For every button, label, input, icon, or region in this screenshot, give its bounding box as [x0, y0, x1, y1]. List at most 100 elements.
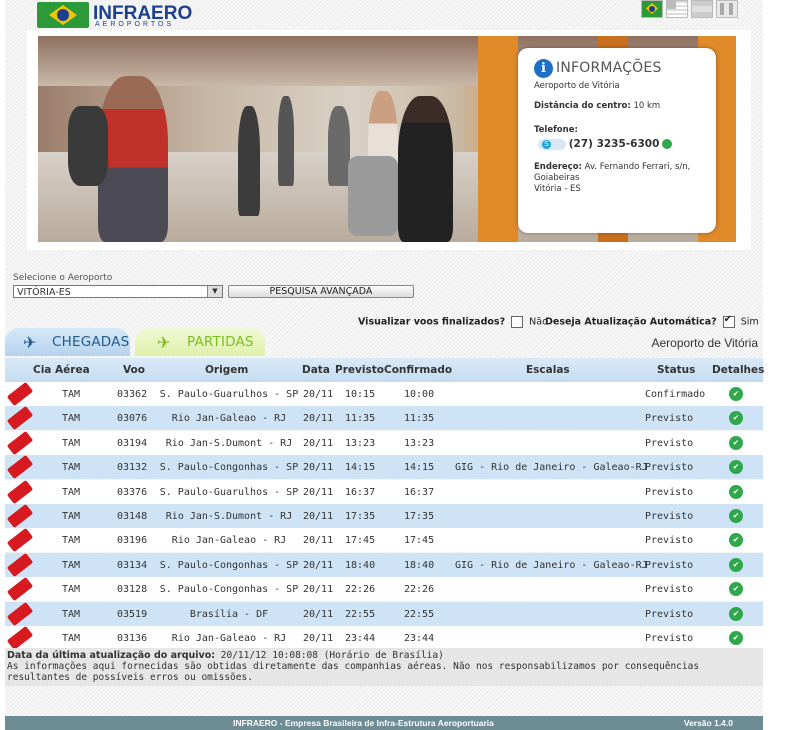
cell-stops: GIG - Rio de Janeiro - Galeao-RJ [455, 559, 648, 571]
infraero-logo[interactable]: INFRAERO AEROPORTOS [37, 2, 192, 30]
table-row[interactable]: TAM 03128 S. Paulo-Congonhas - SP 20/11 22:2… [5, 577, 763, 602]
cell-origin: Rio Jan-S.Dumont - RJ [165, 511, 293, 522]
cell-origin: Rio Jan-Galeao - RJ [171, 413, 287, 425]
tam-logo-tag [6, 430, 34, 455]
airport-select-label: Selecione o Aeroporto [13, 273, 113, 283]
footer-company: INFRAERO - Empresa Brasileira de Infra-E… [233, 718, 494, 728]
cell-flight: 03196 [117, 535, 148, 547]
phone-call-icon[interactable] [662, 139, 673, 149]
cell-confirmed: 16:37 [404, 486, 435, 498]
cell-date: 20/11 [303, 437, 334, 449]
disclaimer-text: As informações aqui fornecidas são obtid… [7, 661, 700, 683]
en-us-flag-icon[interactable] [666, 0, 688, 18]
cell-date: 20/11 [303, 511, 334, 522]
accessibility-icon[interactable] [716, 0, 738, 18]
cell-origin: S. Paulo-Congonhas - SP [159, 584, 299, 596]
cell-flight: 03194 [117, 437, 148, 449]
details-check-icon[interactable]: ✔ [729, 460, 743, 475]
info-icon: i [534, 59, 553, 78]
details-check-icon[interactable]: ✔ [729, 435, 743, 450]
distance-value: 10 km [633, 101, 661, 111]
cell-status: Previsto [645, 559, 694, 571]
table-row[interactable]: TAM 03132 S. Paulo-Congonhas - SP 20/11 14:1… [5, 455, 763, 480]
cell-flight: 03134 [117, 559, 148, 571]
table-row[interactable]: TAM 03519 Brasília - DF 20/11 22:55 22:55 Prev… [5, 601, 763, 626]
tam-airline-logo-icon [6, 479, 34, 504]
details-check-icon[interactable]: ✔ [729, 484, 743, 499]
tab-arrivals[interactable]: ✈ CHEGADAS [5, 328, 130, 356]
tam-logo-tag [6, 625, 34, 651]
cell-scheduled: 13:23 [345, 437, 376, 449]
cell-scheduled: 23:44 [345, 633, 376, 644]
auto-update-label: Deseja Atualização Automática? [545, 316, 717, 328]
details-check-icon[interactable]: ✔ [729, 533, 743, 548]
details-check-icon[interactable]: ✔ [729, 606, 743, 621]
cell-date: 20/11 [303, 389, 334, 400]
cell-origin: S. Paulo-Congonhas - SP [159, 559, 299, 571]
tam-logo-tag [6, 406, 34, 431]
col-scheduled: Previsto [335, 364, 384, 376]
cell-scheduled: 16:37 [345, 486, 376, 498]
address-line2: Goiabeiras [534, 173, 580, 183]
cell-flight: 03076 [117, 413, 148, 425]
info-title: INFORMAÇÕES [556, 60, 662, 76]
col-airline: Cia Aérea [33, 364, 90, 376]
cell-flight: 03136 [117, 633, 148, 644]
details-check-icon[interactable]: ✔ [729, 387, 743, 401]
tam-logo-tag [6, 552, 34, 577]
phone-label: Telefone: [534, 125, 578, 135]
cell-scheduled: 18:40 [345, 559, 376, 571]
details-check-icon[interactable]: ✔ [729, 582, 743, 597]
cell-date: 20/11 [303, 535, 334, 547]
table-row[interactable]: TAM 03136 Rio Jan-Galeao - RJ 20/11 23:44 23:… [5, 625, 763, 651]
pt-br-flag-icon[interactable] [641, 0, 663, 18]
table-row[interactable]: TAM 03196 Rio Jan-Galeao - RJ 20/11 17:45 17:… [5, 528, 763, 553]
auto-update-checkbox[interactable] [722, 314, 735, 328]
airport-select-value: VITÓRIA-ES [17, 287, 71, 298]
details-check-icon[interactable]: ✔ [729, 631, 743, 645]
table-row[interactable]: TAM 03076 Rio Jan-Galeao - RJ 20/11 11:35 11:… [5, 406, 763, 431]
tam-airline-logo-icon [6, 381, 34, 407]
advanced-search-button[interactable]: PESQUISA AVANÇADA [228, 285, 414, 298]
tam-airline-logo-icon [6, 601, 34, 626]
tab-arrivals-label: CHEGADAS [52, 334, 130, 350]
table-row[interactable]: TAM 03134 S. Paulo-Congonhas - SP 20/11 18:4… [5, 552, 763, 577]
table-row[interactable]: TAM 03194 Rio Jan-S.Dumont - RJ 20/11 13:23 1… [5, 430, 763, 455]
airport-select[interactable]: VITÓRIA-ES ▼ [13, 285, 223, 298]
tam-airline-logo-icon [6, 577, 34, 602]
cell-origin: S. Paulo-Guarulhos - SP [159, 389, 299, 400]
finalized-checkbox[interactable] [511, 316, 524, 328]
chevron-down-icon[interactable]: ▼ [207, 286, 222, 297]
cell-status: Previsto [645, 535, 694, 547]
details-check-icon[interactable]: ✔ [729, 509, 743, 523]
cell-airline: TAM [62, 437, 81, 449]
cell-date: 20/11 [303, 462, 334, 474]
cell-airline: TAM [62, 462, 81, 474]
cell-confirmed: 11:35 [404, 413, 435, 425]
tab-departures[interactable]: ✈ PARTIDAS [135, 328, 265, 356]
es-flag-icon[interactable] [691, 0, 713, 18]
cell-origin: S. Paulo-Guarulhos - SP [159, 486, 299, 498]
table-row[interactable]: TAM 03148 Rio Jan-S.Dumont - RJ 20/11 17:35 1… [5, 503, 763, 529]
arrival-plane-icon: ✈ [23, 333, 37, 352]
table-header: Cia Aérea Voo Origem Data Previsto Confi… [5, 358, 764, 382]
tam-logo-tag [6, 528, 34, 553]
col-flight: Voo [123, 364, 145, 376]
col-status: Status [657, 364, 696, 376]
tam-airline-logo-icon [6, 552, 34, 577]
details-check-icon[interactable]: ✔ [729, 557, 743, 572]
phone-number[interactable]: (27) 3235-6300 [569, 138, 660, 150]
cell-confirmed: 22:26 [404, 584, 435, 596]
table-row[interactable]: TAM 03376 S. Paulo-Guarulhos - SP 20/11 16:3… [5, 479, 763, 504]
footer-bar: INFRAERO - Empresa Brasileira de Infra-E… [5, 716, 763, 730]
cell-status: Previsto [645, 608, 694, 620]
cell-status: Previsto [645, 486, 694, 498]
details-check-icon[interactable]: ✔ [729, 411, 743, 426]
update-notes: Data da última atualização do arquivo: 2… [5, 648, 763, 686]
tam-airline-logo-icon [6, 625, 34, 651]
table-row[interactable]: TAM 03362 S. Paulo-Guarulhos - SP 20/11 10:1… [5, 381, 763, 407]
skype-icon[interactable]: S [538, 138, 566, 150]
cell-flight: 03519 [117, 608, 148, 620]
cell-status: Previsto [645, 462, 694, 474]
footer-version: Versão 1.4.0 [683, 718, 733, 728]
